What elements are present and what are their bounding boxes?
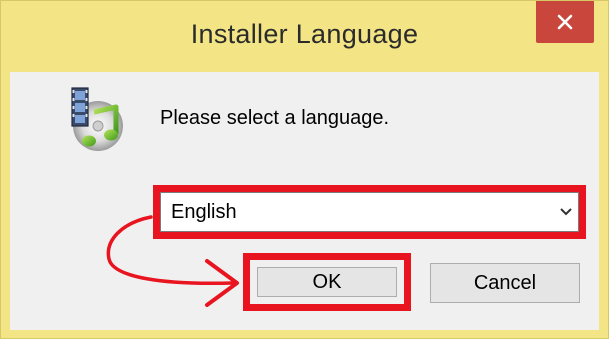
media-installer-icon <box>71 87 123 151</box>
ok-button[interactable]: OK <box>257 267 397 297</box>
ok-highlight-box: OK <box>243 253 411 311</box>
close-icon <box>557 14 573 30</box>
cancel-button[interactable]: Cancel <box>430 263 580 303</box>
dialog-body: Please select a language. English OK Can… <box>10 72 599 330</box>
title-bar[interactable]: Installer Language <box>1 1 608 71</box>
installer-language-window: Installer Language Please select a langu… <box>0 0 609 339</box>
prompt-text: Please select a language. <box>160 107 390 129</box>
window-title: Installer Language <box>190 19 419 49</box>
close-button[interactable] <box>536 1 594 43</box>
chevron-down-icon[interactable] <box>554 193 578 231</box>
select-highlight-box: English <box>153 185 586 239</box>
language-select[interactable]: English <box>160 192 579 232</box>
language-select-value: English <box>171 200 237 223</box>
